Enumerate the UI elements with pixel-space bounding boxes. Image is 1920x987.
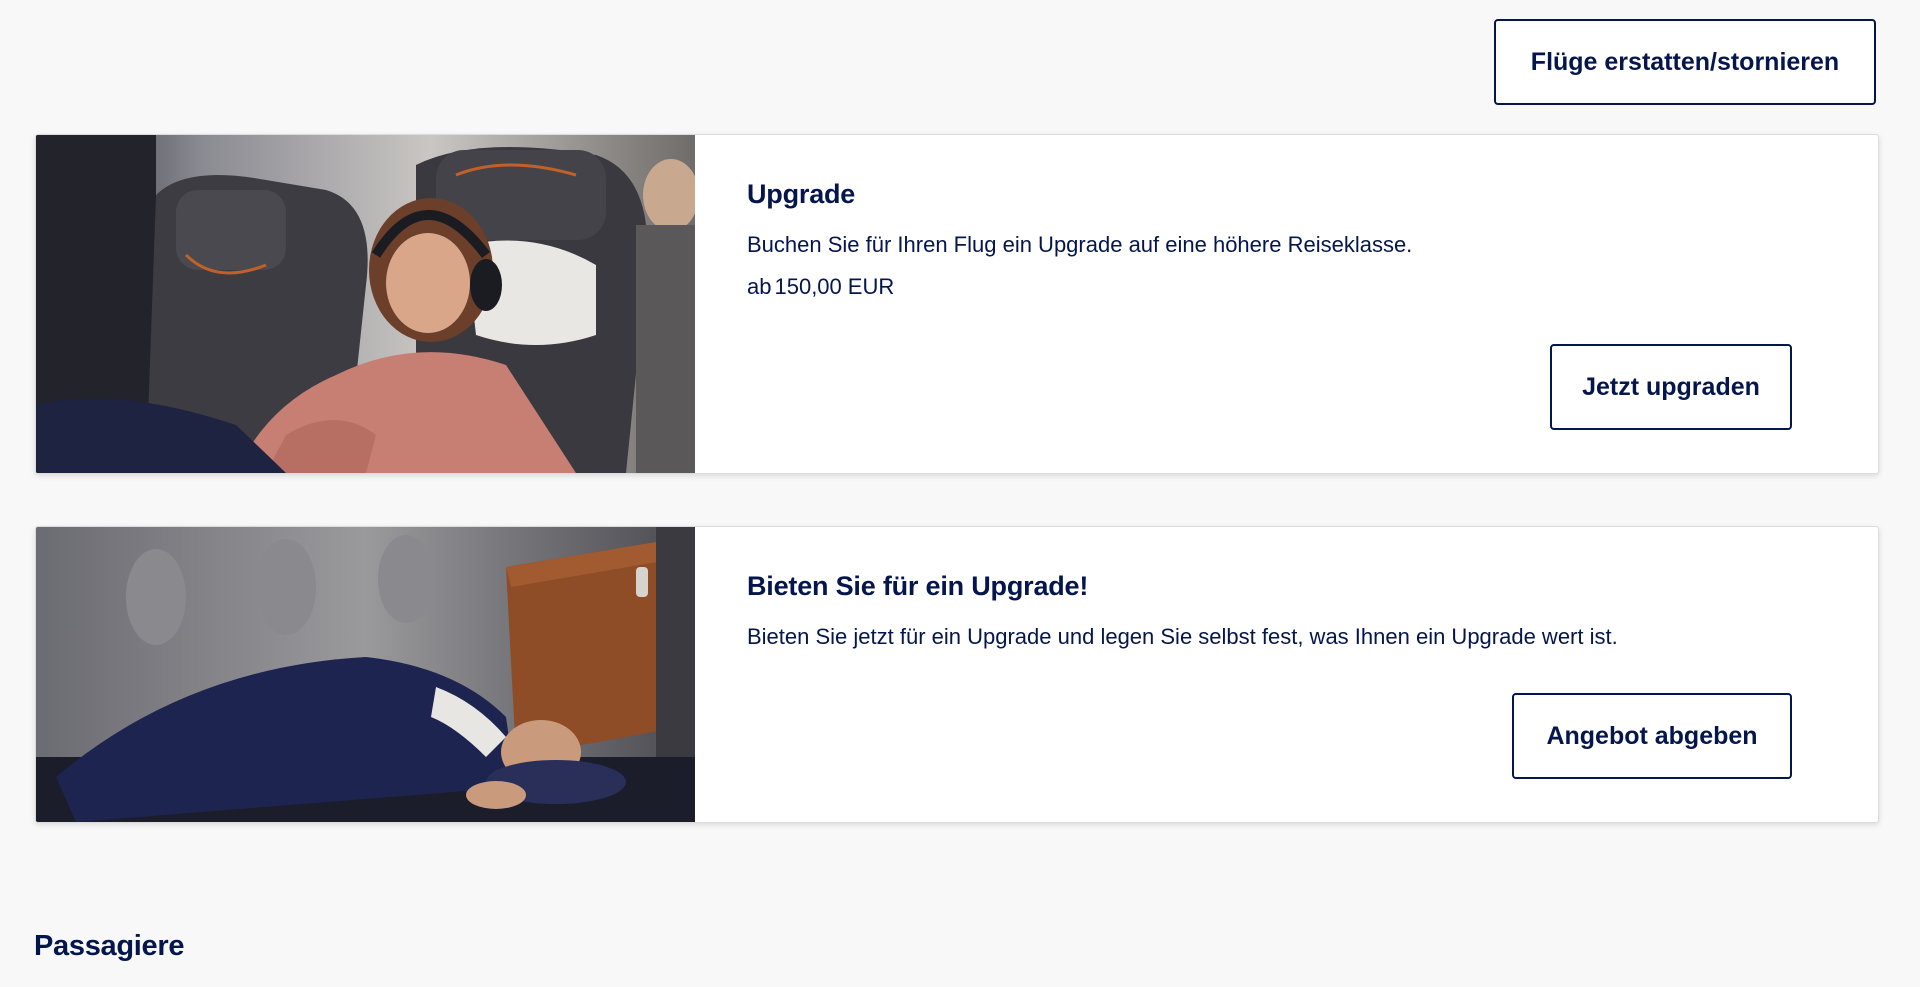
- passengers-section-title: Passagiere: [34, 930, 185, 962]
- price-prefix: ab: [747, 274, 772, 299]
- bid-upgrade-offer-content: Bieten Sie für ein Upgrade! Bieten Sie j…: [695, 527, 1878, 822]
- refund-cancel-flights-button[interactable]: Flüge erstatten/stornieren: [1494, 19, 1876, 105]
- upgrade-now-button[interactable]: Jetzt upgraden: [1550, 344, 1792, 430]
- submit-offer-button[interactable]: Angebot abgeben: [1512, 693, 1792, 779]
- bid-upgrade-offer-description: Bieten Sie jetzt für ein Upgrade und leg…: [747, 624, 1618, 649]
- upgrade-offer-description: Buchen Sie für Ihren Flug ein Upgrade au…: [747, 232, 1413, 257]
- upgrade-offer-content: Upgrade Buchen Sie für Ihren Flug ein Up…: [695, 135, 1878, 473]
- upgrade-offer-image: [36, 135, 695, 473]
- price-value: 150,00: [774, 274, 842, 299]
- bid-upgrade-offer-image: [36, 527, 695, 822]
- upgrade-offer-title: Upgrade: [747, 179, 856, 209]
- upgrade-offer-price: ab 150,00 EUR: [747, 274, 1826, 300]
- bid-upgrade-offer-card: Bieten Sie für ein Upgrade! Bieten Sie j…: [35, 526, 1879, 823]
- price-currency: EUR: [847, 274, 895, 299]
- bid-upgrade-offer-title: Bieten Sie für ein Upgrade!: [747, 571, 1089, 601]
- upgrade-offer-card: Upgrade Buchen Sie für Ihren Flug ein Up…: [35, 134, 1879, 474]
